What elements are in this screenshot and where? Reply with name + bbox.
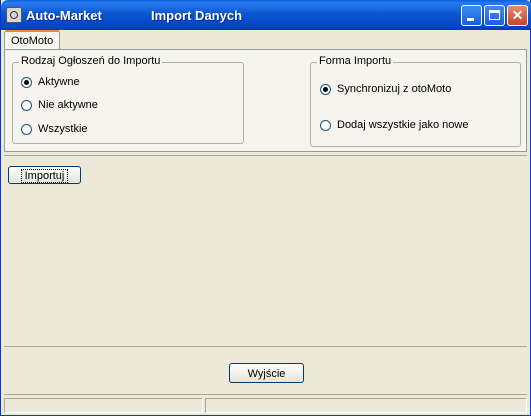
window-title: Import Danych	[151, 8, 243, 23]
maximize-icon[interactable]	[484, 5, 505, 26]
radio-button-checked[interactable]	[320, 84, 331, 95]
ad-type-group: Rodzaj Ogłoszeń do Importu Aktywne Nie a…	[12, 55, 244, 144]
import-mode-group-legend: Forma Importu	[317, 55, 394, 67]
import-button[interactable]: Importuj	[8, 166, 81, 184]
status-bar	[1, 396, 531, 415]
radio-label[interactable]: Dodaj wszystkie jako nowe	[337, 119, 468, 131]
import-mode-group: Forma Importu Synchronizuj z otoMoto Dod…	[310, 55, 521, 147]
tab-strip: OtoMoto	[1, 30, 531, 50]
tab-panel-otomoto: Rodzaj Ogłoszeń do Importu Aktywne Nie a…	[4, 49, 527, 152]
radio-label[interactable]: Synchronizuj z otoMoto	[337, 83, 451, 95]
radio-button[interactable]	[21, 100, 32, 111]
close-icon[interactable]: ✕	[507, 5, 528, 26]
app-icon[interactable]	[6, 7, 22, 23]
radio-button[interactable]	[320, 120, 331, 131]
radio-label[interactable]: Nie aktywne	[38, 99, 98, 111]
tab-otomoto[interactable]: OtoMoto	[4, 30, 61, 50]
status-panel-right	[205, 398, 527, 413]
minimize-icon[interactable]	[461, 5, 482, 26]
radio-button[interactable]	[21, 124, 32, 135]
app-name: Auto-Market	[26, 8, 102, 23]
close-glyph: ✕	[511, 7, 524, 23]
title-bar[interactable]: Auto-Market Import Danych ✕	[1, 0, 531, 30]
exit-button[interactable]: Wyjście	[229, 363, 304, 383]
radio-label[interactable]: Aktywne	[38, 76, 80, 88]
ad-type-group-legend: Rodzaj Ogłoszeń do Importu	[19, 55, 163, 67]
import-log-area	[4, 155, 527, 347]
import-window: Auto-Market Import Danych ✕ OtoMoto Rodz…	[0, 0, 531, 416]
status-panel-left	[4, 398, 203, 413]
radio-button-checked[interactable]	[21, 77, 32, 88]
radio-label[interactable]: Wszystkie	[38, 123, 88, 135]
import-button-label: Importuj	[20, 169, 69, 183]
